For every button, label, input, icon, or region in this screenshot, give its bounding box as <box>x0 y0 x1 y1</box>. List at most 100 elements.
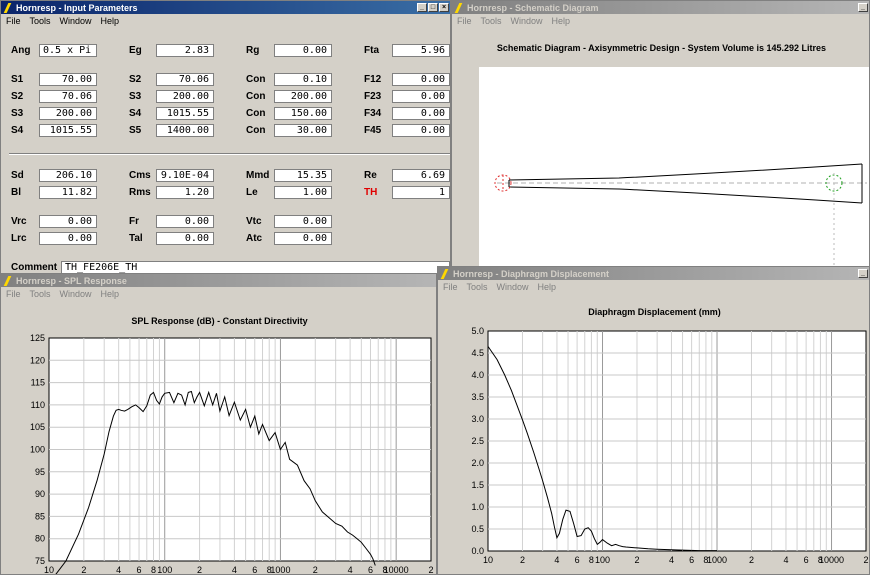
field-cms[interactable]: 9.10E-04 <box>156 169 214 182</box>
disp-xtick-label: 4 <box>554 555 559 565</box>
label-s1: S1 <box>11 74 24 85</box>
label-eg: Eg <box>129 45 142 56</box>
field-eg[interactable]: 2.83 <box>156 44 214 57</box>
field-s4[interactable]: 1015.55 <box>156 107 214 120</box>
horn-schematic <box>494 163 867 267</box>
field-con1[interactable]: 0.10 <box>274 73 332 86</box>
label-vrc: Vrc <box>11 216 27 227</box>
spl-chart: 758085909510010511011512012510 2 4 6 8 100 2 4 6… <box>30 333 434 575</box>
field-con2[interactable]: 200.00 <box>274 90 332 103</box>
displacement-window: Hornresp - Diaphragm Displacement _ File… <box>437 266 870 575</box>
input-window-title: Hornresp - Input Parameters <box>16 2 138 13</box>
field-s4b[interactable]: 1015.55 <box>39 124 97 137</box>
field-ang[interactable]: 0.5 x Pi <box>39 44 97 57</box>
label-vtc: Vtc <box>246 216 262 227</box>
field-rms[interactable]: 1.20 <box>156 186 214 199</box>
field-rg[interactable]: 0.00 <box>274 44 332 57</box>
schematic-window: Hornresp - Schematic Diagram _ File Tool… <box>451 0 870 268</box>
field-s5[interactable]: 1400.00 <box>156 124 214 137</box>
spl-ytick-label: 80 <box>35 534 45 544</box>
label-fta: Fta <box>364 45 379 56</box>
spl-xtick-label: 2 <box>81 565 86 575</box>
field-s3[interactable]: 200.00 <box>156 90 214 103</box>
close-button[interactable]: × <box>439 3 449 12</box>
field-re[interactable]: 6.69 <box>392 169 450 182</box>
field-s2b[interactable]: 70.06 <box>39 90 97 103</box>
menu-file[interactable]: File <box>457 16 472 26</box>
spl-xtick-label: 6 <box>368 565 373 575</box>
disp-ytick-label: 3.0 <box>471 414 484 424</box>
field-f23[interactable]: 0.00 <box>392 90 450 103</box>
menu-tools[interactable]: Tools <box>30 16 51 26</box>
spl-ytick-label: 110 <box>31 400 45 410</box>
label-rg: Rg <box>246 45 260 56</box>
menu-tools[interactable]: Tools <box>481 16 502 26</box>
spl-ytick-label: 100 <box>30 445 45 455</box>
schematic-plot <box>479 67 869 267</box>
minimize-button[interactable]: _ <box>858 3 868 12</box>
field-sd[interactable]: 206.10 <box>39 169 97 182</box>
section-divider <box>9 153 450 155</box>
menu-help[interactable]: Help <box>552 16 571 26</box>
label-re: Re <box>364 170 377 181</box>
menu-file[interactable]: File <box>6 16 21 26</box>
disp-ytick-label: 5.0 <box>471 326 484 336</box>
field-vrc[interactable]: 0.00 <box>39 215 97 228</box>
label-mmd: Mmd <box>246 170 270 181</box>
field-atc[interactable]: 0.00 <box>274 232 332 245</box>
menu-window[interactable]: Window <box>511 16 543 26</box>
label-f12: F12 <box>364 74 382 85</box>
field-fta[interactable]: 5.96 <box>392 44 450 57</box>
spl-ytick-label: 125 <box>30 333 45 343</box>
disp-ytick-label: 0.5 <box>471 524 484 534</box>
field-f12[interactable]: 0.00 <box>392 73 450 86</box>
input-titlebar[interactable]: Hornresp - Input Parameters _ □ × <box>1 1 450 14</box>
field-lrc[interactable]: 0.00 <box>39 232 97 245</box>
maximize-button[interactable]: □ <box>428 3 438 12</box>
spl-xtick-label: 4 <box>348 565 353 575</box>
input-menubar: File Tools Window Help <box>1 14 450 27</box>
label-s2b: S2 <box>11 91 24 102</box>
field-s1[interactable]: 70.00 <box>39 73 97 86</box>
disp-xtick-label: 10 <box>483 555 493 565</box>
horn-lower-wall <box>508 186 863 204</box>
disp-ytick-label: 4.5 <box>471 348 484 358</box>
field-s3b[interactable]: 200.00 <box>39 107 97 120</box>
field-con3[interactable]: 150.00 <box>274 107 332 120</box>
field-mmd[interactable]: 15.35 <box>274 169 332 182</box>
field-tal[interactable]: 0.00 <box>156 232 214 245</box>
disp-xtick-label: 6 <box>575 555 580 565</box>
field-th[interactable]: 1 <box>392 186 450 199</box>
minimize-button[interactable]: _ <box>417 3 427 12</box>
field-f45[interactable]: 0.00 <box>392 124 450 137</box>
label-fr: Fr <box>129 216 139 227</box>
spl-response-window: Hornresp - SPL Response File Tools Windo… <box>0 273 437 575</box>
schematic-titlebar[interactable]: Hornresp - Schematic Diagram _ <box>452 1 869 14</box>
field-s2[interactable]: 70.06 <box>156 73 214 86</box>
label-bl: Bl <box>11 187 21 198</box>
horn-upper-wall <box>508 163 863 181</box>
disp-ytick-label: 1.0 <box>471 502 484 512</box>
spl-xtick-label: 2 <box>428 565 433 575</box>
disp-xtick-label: 8 <box>589 555 594 565</box>
label-con3: Con <box>246 108 266 119</box>
label-th: TH <box>364 187 378 198</box>
field-bl[interactable]: 11.82 <box>39 186 97 199</box>
spl-xtick-label: 6 <box>137 565 142 575</box>
field-con4[interactable]: 30.00 <box>274 124 332 137</box>
disp-ytick-label: 4.0 <box>471 370 484 380</box>
disp-xtick-label: 1000 <box>707 555 727 565</box>
label-con4: Con <box>246 125 266 136</box>
label-atc: Atc <box>246 233 263 244</box>
label-s3: S3 <box>129 91 142 102</box>
spl-xtick-label: 6 <box>252 565 257 575</box>
label-le: Le <box>246 187 258 198</box>
field-fr[interactable]: 0.00 <box>156 215 214 228</box>
field-vtc[interactable]: 0.00 <box>274 215 332 228</box>
spl-ytick-label: 105 <box>30 422 45 432</box>
schematic-menubar: File Tools Window Help <box>452 14 869 27</box>
field-f34[interactable]: 0.00 <box>392 107 450 120</box>
field-le[interactable]: 1.00 <box>274 186 332 199</box>
menu-help[interactable]: Help <box>101 16 120 26</box>
menu-window[interactable]: Window <box>60 16 92 26</box>
